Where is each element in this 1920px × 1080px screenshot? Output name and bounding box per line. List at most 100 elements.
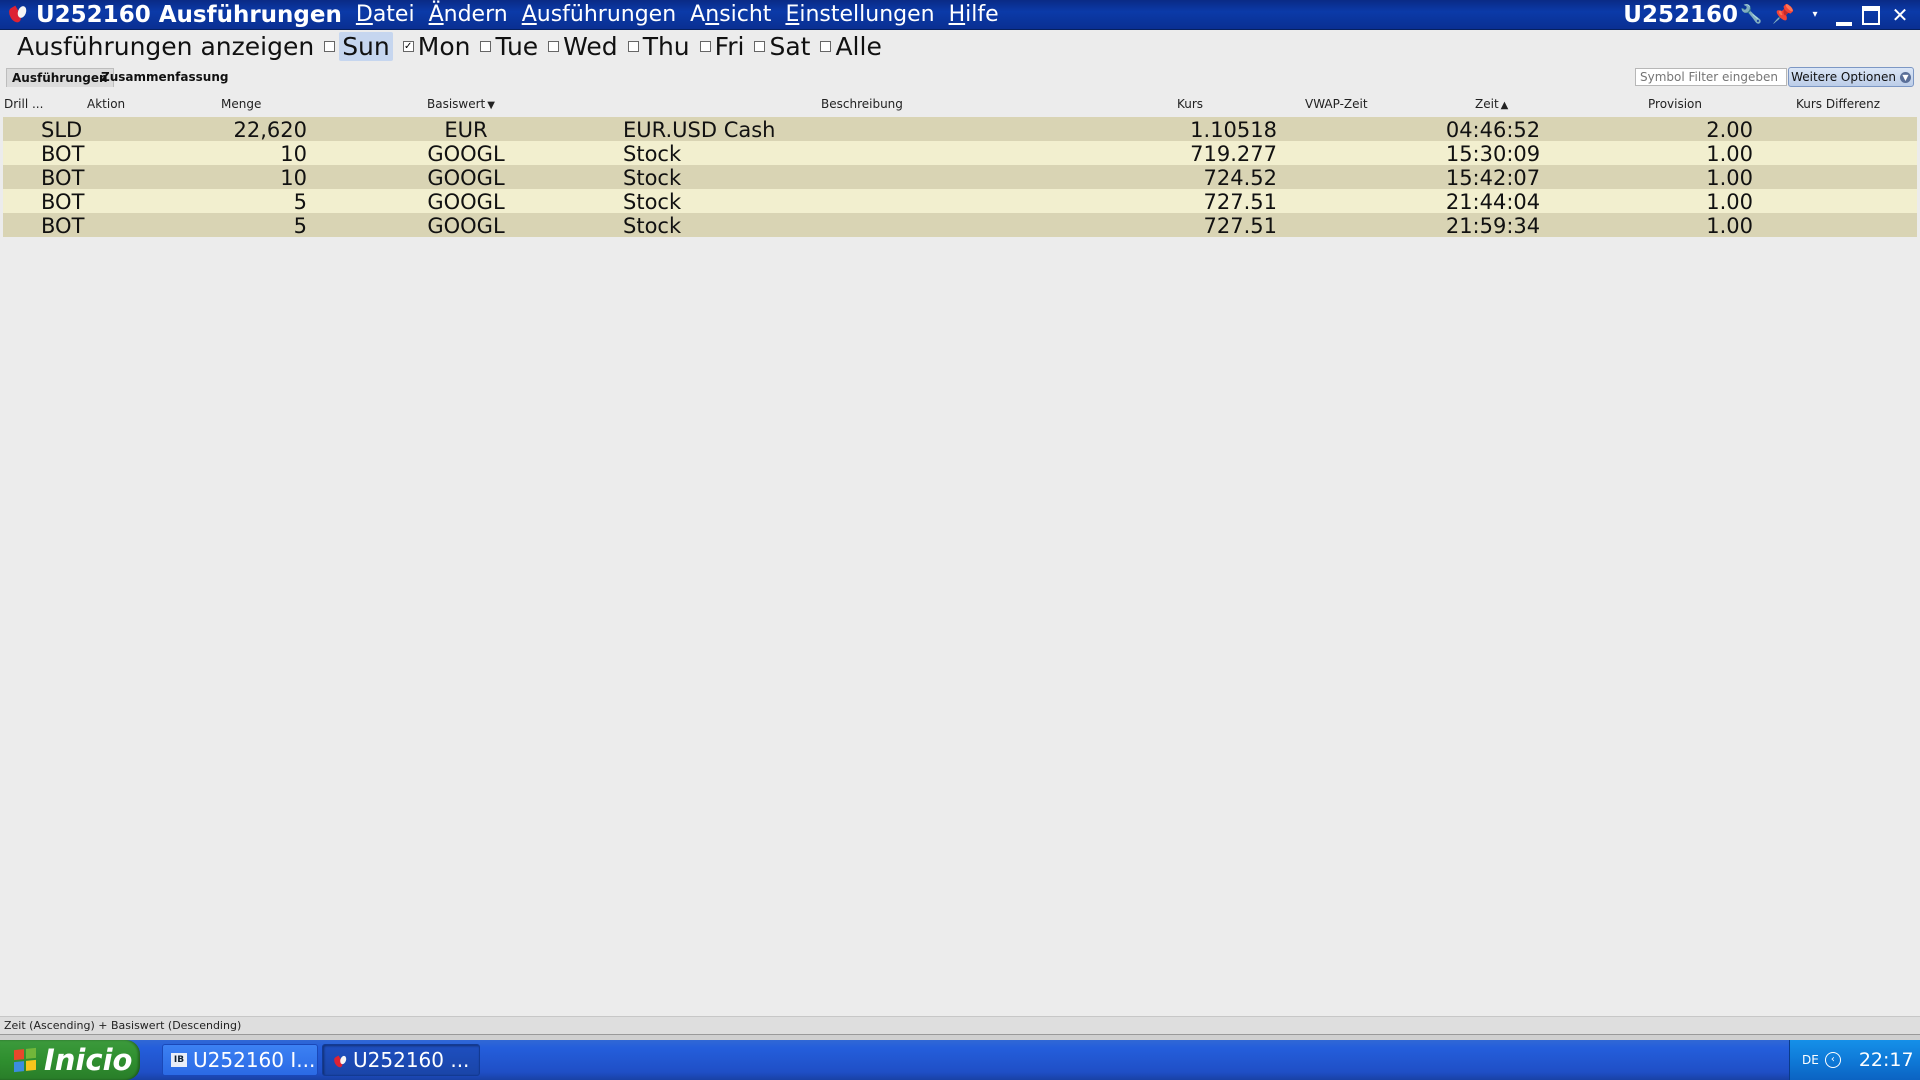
ib-icon: IB — [171, 1053, 187, 1067]
taskbar-item-label: U252160 I... — [193, 1048, 316, 1072]
language-indicator[interactable]: DE — [1802, 1053, 1819, 1067]
menu-item[interactable]: Ausführungen — [522, 2, 676, 27]
menu-item-mnemonic: Ä — [428, 2, 444, 27]
checkbox[interactable] — [548, 41, 560, 52]
menu-item[interactable]: Hilfe — [949, 2, 999, 27]
taskbar: Inicio IB U252160 I... U252160 ... DE ‹ … — [0, 1040, 1920, 1080]
menu-item-label-part: usführungen — [536, 2, 677, 27]
tws-logo-icon — [332, 1054, 348, 1069]
cell-aktion: BOT — [41, 190, 85, 214]
cell-menge: 5 — [293, 214, 307, 238]
tabs-row: Ausführungen Zusammenfassung Weitere Opt… — [0, 66, 1920, 88]
checkbox[interactable] — [627, 41, 639, 52]
table-row[interactable]: BOT 5 GOOGL Stock 727.51 21:44:04 1.00 — [3, 189, 1917, 214]
checkbox[interactable] — [754, 41, 766, 52]
start-button[interactable]: Inicio — [0, 1040, 140, 1080]
menu-item[interactable]: Datei — [356, 2, 415, 27]
cell-aktion: SLD — [41, 118, 83, 142]
taskbar-item[interactable]: U252160 ... — [322, 1044, 480, 1076]
cell-beschreibung: Stock — [623, 214, 682, 238]
close-button[interactable]: ✕ — [1890, 5, 1910, 25]
col-header-basiswert-label: Basiswert — [427, 97, 486, 111]
windows-logo-icon — [14, 1047, 36, 1073]
cell-kurs: 1.10518 — [1190, 118, 1277, 142]
col-header-provision[interactable]: Provision — [1648, 97, 1702, 111]
checkbox[interactable] — [324, 41, 336, 52]
cell-provision: 2.00 — [1706, 118, 1753, 142]
cell-provision: 1.00 — [1706, 190, 1753, 214]
day-checkbox-alle[interactable]: Alle — [820, 32, 882, 61]
col-header-drill[interactable]: Drill ... — [4, 97, 43, 111]
day-checkbox-sun[interactable]: Sun — [324, 32, 393, 61]
checkbox[interactable]: ✓ — [402, 41, 414, 52]
cell-aktion: BOT — [41, 142, 85, 166]
pin-icon[interactable]: 📌 — [1772, 4, 1794, 26]
account-id: U252160 — [1623, 2, 1738, 28]
checkbox[interactable] — [699, 41, 711, 52]
tab-summary[interactable]: Zusammenfassung — [96, 68, 233, 86]
day-label: Fri — [714, 32, 745, 61]
col-header-vwap[interactable]: VWAP-Zeit — [1305, 97, 1368, 111]
symbol-filter-input[interactable] — [1635, 68, 1787, 86]
col-header-kurs[interactable]: Kurs — [1177, 97, 1203, 111]
table-row[interactable]: BOT 10 GOOGL Stock 719.277 15:30:09 1.00 — [3, 141, 1917, 166]
taskbar-item[interactable]: IB U252160 I... — [162, 1044, 318, 1076]
cell-basiswert: EUR — [444, 118, 488, 142]
day-label: Sat — [769, 32, 811, 61]
cell-basiswert: GOOGL — [427, 190, 505, 214]
checkbox[interactable] — [820, 41, 832, 52]
cell-beschreibung: Stock — [623, 190, 682, 214]
day-checkbox-fri[interactable]: Fri — [699, 32, 745, 61]
day-label: Sun — [339, 32, 393, 61]
menu-item-label-part: ndern — [443, 2, 508, 27]
cell-zeit: 15:42:07 — [1445, 166, 1541, 190]
maximize-button[interactable] — [1862, 5, 1880, 25]
cell-provision: 1.00 — [1706, 166, 1753, 190]
cell-beschreibung: Stock — [623, 166, 682, 190]
table-row[interactable]: BOT 10 GOOGL Stock 724.52 15:42:07 1.00 — [3, 165, 1917, 190]
menu-item[interactable]: Ansicht — [690, 2, 771, 27]
more-options-button[interactable]: Weitere Optionen ▼ — [1788, 67, 1914, 87]
table-row[interactable]: SLD 22,620 EUR EUR.USD Cash 1.10518 04:46:52 2… — [3, 117, 1917, 142]
day-label: Thu — [642, 32, 690, 61]
col-header-menge[interactable]: Menge — [221, 97, 261, 111]
col-header-aktion[interactable]: Aktion — [87, 97, 125, 111]
day-checkbox-wed[interactable]: Wed — [548, 32, 618, 61]
menu-item[interactable]: Ändern — [429, 2, 508, 27]
menu-bar: Datei Ändern Ausführungen Ansicht Einstellun… — [356, 2, 1013, 27]
day-label: Mon — [417, 32, 471, 61]
menu-item-mnemonic: H — [948, 2, 966, 27]
chevron-down-icon[interactable]: ▾ — [1804, 4, 1826, 26]
menu-item[interactable]: Einstellungen — [785, 2, 934, 27]
day-label: Alle — [835, 32, 882, 61]
cell-zeit: 21:44:04 — [1445, 190, 1541, 214]
menu-item-label-part: A — [690, 2, 706, 27]
cell-menge: 22,620 — [233, 118, 307, 142]
cell-kurs: 727.51 — [1203, 214, 1277, 238]
start-label: Inicio — [44, 1043, 133, 1077]
menu-item-mnemonic: A — [521, 2, 537, 27]
day-checkbox-sat[interactable]: Sat — [754, 32, 810, 61]
days-filter-label: Ausführungen anzeigen — [17, 32, 315, 61]
sort-ascending-icon: ▲ — [1500, 100, 1509, 111]
menu-item-label-part: atei — [372, 2, 415, 27]
wrench-icon[interactable]: 🔧 — [1740, 4, 1762, 26]
cell-basiswert: GOOGL — [427, 214, 505, 238]
checkbox[interactable] — [480, 41, 492, 52]
day-checkbox-thu[interactable]: Thu — [627, 32, 690, 61]
menu-item-label-part: sicht — [719, 2, 772, 27]
day-checkbox-tue[interactable]: Tue — [480, 32, 538, 61]
day-label: Wed — [563, 32, 618, 61]
cell-basiswert: GOOGL — [427, 166, 505, 190]
minimize-button[interactable] — [1836, 14, 1852, 26]
col-header-basiswert[interactable]: Basiswert ▼ — [427, 97, 495, 111]
taskbar-item-label: U252160 ... — [353, 1048, 470, 1072]
chevron-left-icon[interactable]: ‹ — [1824, 1052, 1841, 1068]
cell-provision: 1.00 — [1706, 214, 1753, 238]
col-header-zeit[interactable]: Zeit ▲ — [1475, 97, 1508, 111]
col-header-kurs-differenz[interactable]: Kurs Differenz — [1796, 97, 1880, 111]
col-header-beschreibung[interactable]: Beschreibung — [821, 97, 903, 111]
day-checkbox-mon[interactable]: ✓ Mon — [402, 32, 471, 61]
table-row[interactable]: BOT 5 GOOGL Stock 727.51 21:59:34 1.00 — [3, 213, 1917, 238]
cell-zeit: 21:59:34 — [1445, 214, 1541, 238]
